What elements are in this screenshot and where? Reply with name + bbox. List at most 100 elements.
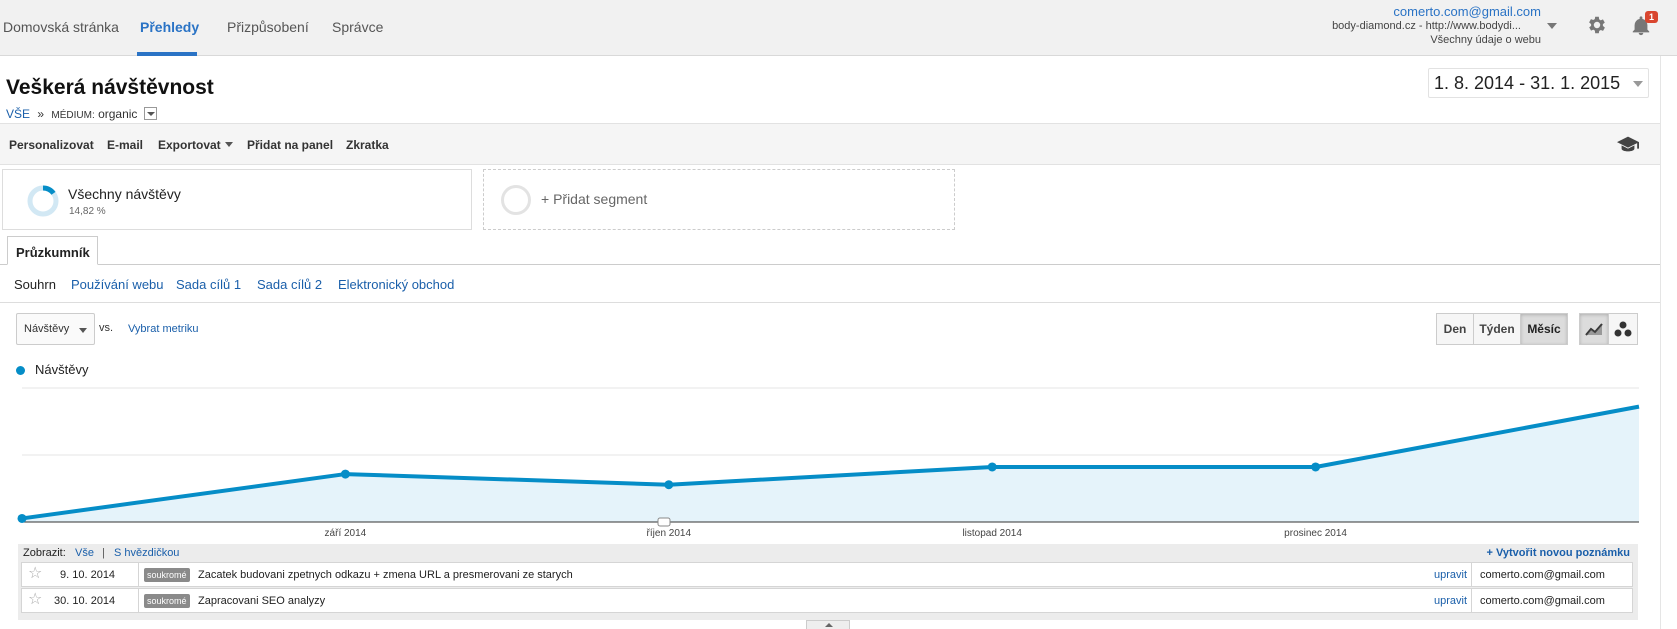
annotations-filter-separator: | bbox=[102, 547, 105, 559]
segment-placeholder-icon bbox=[501, 185, 531, 215]
annotation-author: comerto.com@gmail.com bbox=[1480, 595, 1605, 607]
top-navigation: Domovská stránka Přehledy Přizpůsobení S… bbox=[0, 0, 1677, 56]
date-range-label: 1. 8. 2014 - 31. 1. 2015 bbox=[1434, 73, 1621, 93]
chart-data-point bbox=[664, 480, 674, 490]
chart-data-point bbox=[1311, 462, 1321, 472]
annotation-author: comerto.com@gmail.com bbox=[1480, 569, 1605, 581]
breadcrumb-dimension: MÉDIUM: bbox=[51, 110, 95, 121]
range-week-button[interactable]: Týden bbox=[1473, 313, 1521, 345]
tab-divider bbox=[0, 264, 1660, 265]
annotations-panel: Zobrazit: Vše | S hvězdičkou + Vytvořit … bbox=[18, 544, 1638, 620]
active-tab-indicator bbox=[137, 52, 197, 56]
cell-divider bbox=[138, 589, 139, 613]
range-month-button[interactable]: Měsíc bbox=[1520, 313, 1568, 345]
page-scrollbar[interactable] bbox=[1660, 56, 1677, 629]
subtab-goal-set-1[interactable]: Sada cílů 1 bbox=[176, 277, 241, 292]
select-metric-link[interactable]: Vybrat metriku bbox=[128, 323, 199, 335]
segment-percentage: 14,82 % bbox=[69, 206, 106, 217]
chart-area-fill bbox=[22, 406, 1639, 522]
email-button[interactable]: E-mail bbox=[107, 138, 143, 152]
segment-ring-icon bbox=[27, 185, 59, 217]
legend-label: Návštěvy bbox=[35, 362, 89, 377]
bubble-chart-icon bbox=[1614, 321, 1632, 337]
subtab-site-usage[interactable]: Používání webu bbox=[71, 277, 164, 292]
chart-data-point bbox=[987, 462, 997, 472]
breadcrumb-value: organic bbox=[98, 107, 138, 121]
collapse-annotations-handle[interactable] bbox=[806, 620, 850, 629]
annotation-date: 9. 10. 2014 bbox=[60, 569, 116, 581]
nav-tab-reports[interactable]: Přehledy bbox=[140, 19, 199, 35]
annotation-visibility-badge: soukromé bbox=[144, 594, 190, 608]
annotation-visibility-badge: soukromé bbox=[144, 568, 190, 582]
account-property: body-diamond.cz - http://www.bodydi... bbox=[1332, 20, 1521, 32]
account-view: Všechny údaje o webu bbox=[1430, 34, 1541, 46]
breadcrumb-separator: » bbox=[37, 107, 45, 121]
segment-name: Všechny návštěvy bbox=[68, 186, 181, 202]
metric-dropdown[interactable]: Návštěvy bbox=[16, 313, 95, 345]
annotation-edit-link[interactable]: upravit bbox=[1434, 595, 1467, 607]
annotation-edit-link[interactable]: upravit bbox=[1434, 569, 1467, 581]
chevron-down-icon bbox=[79, 328, 87, 333]
range-day-button[interactable]: Den bbox=[1436, 313, 1474, 345]
annotations-filter-all[interactable]: Vše bbox=[75, 547, 94, 559]
cell-divider bbox=[1471, 589, 1472, 613]
annotation-text: Zapracovani SEO analyzy bbox=[198, 595, 326, 607]
breadcrumb: VŠE » MÉDIUM: organic bbox=[6, 107, 157, 121]
create-annotation-link[interactable]: + Vytvořit novou poznámku bbox=[1486, 547, 1630, 559]
tab-explorer[interactable]: Průzkumník bbox=[7, 236, 98, 265]
add-to-dashboard-button[interactable]: Přidat na panel bbox=[247, 138, 333, 152]
add-segment-button[interactable]: + Přidat segment bbox=[483, 169, 955, 230]
chart-data-point bbox=[340, 469, 350, 479]
page-title: Veškerá návštěvnost bbox=[6, 76, 214, 99]
motion-chart-button[interactable] bbox=[1608, 313, 1638, 345]
export-label: Exportovat bbox=[158, 138, 221, 152]
vs-label: vs. bbox=[99, 322, 114, 334]
report-toolbar: Personalizovat E-mail Exportovat Přidat … bbox=[0, 123, 1660, 165]
annotations-filter-starred[interactable]: S hvězdičkou bbox=[114, 547, 179, 559]
chart-x-tick-label: listopad 2014 bbox=[962, 528, 1022, 539]
subtab-divider bbox=[0, 302, 1660, 303]
visits-chart: září 2014 říjen 2014 listopad 2014 prosinec… bbox=[17, 387, 1640, 539]
nav-tab-admin[interactable]: Správce bbox=[332, 19, 383, 35]
subtab-goal-set-2[interactable]: Sada cílů 2 bbox=[257, 277, 322, 292]
annotations-show-label: Zobrazit: bbox=[23, 547, 66, 559]
customize-button[interactable]: Personalizovat bbox=[9, 138, 94, 152]
annotation-row: ☆ 30. 10. 2014 soukromé Zapracovani SEO … bbox=[21, 588, 1633, 613]
chart-x-tick-label: říjen 2014 bbox=[647, 528, 692, 539]
chevron-down-icon bbox=[1633, 81, 1643, 87]
annotation-text: Zacatek budovani zpetnych odkazu + zmena… bbox=[198, 569, 573, 581]
star-icon[interactable]: ☆ bbox=[28, 566, 42, 582]
cell-divider bbox=[138, 563, 139, 587]
export-button[interactable]: Exportovat bbox=[158, 138, 233, 152]
date-range-picker[interactable]: 1. 8. 2014 - 31. 1. 2015 bbox=[1428, 68, 1649, 98]
chart-type-toggle bbox=[1579, 313, 1638, 345]
subtab-ecommerce[interactable]: Elektronický obchod bbox=[338, 277, 454, 292]
star-icon[interactable]: ☆ bbox=[28, 592, 42, 608]
graduation-cap-icon[interactable] bbox=[1617, 135, 1639, 153]
breadcrumb-all[interactable]: VŠE bbox=[6, 107, 30, 121]
nav-tab-customization[interactable]: Přizpůsobení bbox=[227, 19, 309, 35]
gear-icon[interactable] bbox=[1586, 14, 1608, 36]
nav-tab-home[interactable]: Domovská stránka bbox=[3, 19, 119, 35]
subtab-summary[interactable]: Souhrn bbox=[14, 277, 56, 292]
chart-data-point bbox=[17, 513, 27, 523]
chevron-down-icon[interactable] bbox=[1547, 23, 1557, 29]
breadcrumb-dropdown[interactable] bbox=[143, 107, 157, 120]
annotation-row: ☆ 9. 10. 2014 soukromé Zacatek budovani … bbox=[21, 562, 1633, 587]
chart-annotation-marker bbox=[657, 517, 671, 527]
cell-divider bbox=[1471, 563, 1472, 587]
shortcut-button[interactable]: Zkratka bbox=[346, 138, 389, 152]
line-chart-icon bbox=[1585, 323, 1603, 336]
account-selector[interactable]: comerto.com@gmail.com body-diamond.cz - … bbox=[1332, 5, 1541, 47]
notification-badge: 1 bbox=[1645, 11, 1659, 23]
account-email: comerto.com@gmail.com bbox=[1393, 4, 1541, 19]
segment-all-visits[interactable]: Všechny návštěvy 14,82 % bbox=[2, 169, 472, 230]
chevron-down-icon bbox=[224, 142, 233, 147]
time-range-toggle: Den Týden Měsíc bbox=[1436, 313, 1568, 345]
metric-label: Návštěvy bbox=[24, 323, 70, 335]
chart-x-tick-label: prosinec 2014 bbox=[1284, 528, 1347, 539]
chart-x-tick-label: září 2014 bbox=[325, 528, 367, 539]
annotation-date: 30. 10. 2014 bbox=[54, 595, 116, 607]
add-segment-label: + Přidat segment bbox=[541, 191, 648, 207]
line-chart-button[interactable] bbox=[1579, 313, 1609, 345]
